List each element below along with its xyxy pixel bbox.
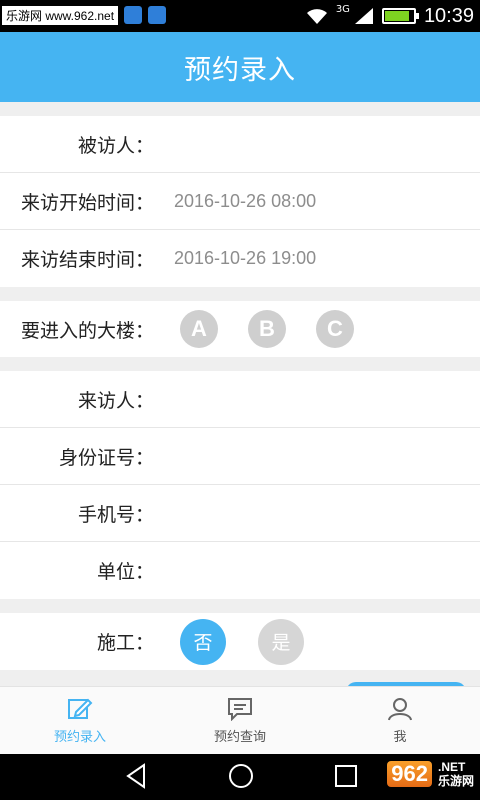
visitee-row[interactable]: 被访人： [0, 116, 480, 173]
recent-apps-icon[interactable] [334, 762, 358, 790]
usb-icon [148, 6, 167, 24]
tab-reservation-entry-label: 预约录入 [53, 729, 106, 745]
end-time-field[interactable]: 2016-10-26 19:00 [174, 248, 316, 269]
bottom-nav: 预约录入 预约查询 我 [0, 686, 480, 754]
status-right: 3G 10:39 [306, 0, 474, 32]
notification-icon [124, 6, 143, 24]
watermark-logo: 962 .NET 乐游网 [387, 760, 474, 788]
tab-reservation-entry[interactable]: 预约录入 [0, 687, 160, 754]
edit-icon [68, 698, 93, 719]
status-bar: 乐游网 www.962.net 3G 10:39 [0, 0, 480, 32]
system-nav: 962 .NET 乐游网 [0, 754, 480, 800]
construction-no-button[interactable]: 否 [180, 618, 226, 665]
watermark-cn: 乐游网 [437, 774, 474, 788]
construction-yes-button[interactable]: 是 [258, 618, 304, 665]
tab-reservation-query-label: 预约查询 [213, 729, 266, 745]
watermark-number: 962 [387, 761, 432, 787]
home-icon[interactable] [228, 762, 254, 790]
id-number-row[interactable]: 身份证号： [0, 428, 480, 485]
construction-options: 否 是 [180, 618, 304, 665]
building-options: A B C [180, 310, 354, 348]
network-type: 3G [335, 3, 350, 15]
id-number-label: 身份证号： [58, 446, 154, 469]
building-label: 要进入的大楼： [20, 319, 154, 342]
user-icon [388, 697, 412, 720]
watermark-text: 乐游网 www.962.net [2, 5, 119, 25]
building-b-button[interactable]: B [248, 310, 286, 348]
start-time-field[interactable]: 2016-10-26 08:00 [174, 191, 316, 212]
wifi-icon [306, 9, 327, 24]
chat-icon [228, 697, 252, 721]
tab-reservation-query[interactable]: 预约查询 [160, 687, 320, 754]
company-row[interactable]: 单位： [0, 542, 480, 599]
signal-icon [354, 8, 373, 24]
construction-label: 施工： [96, 632, 154, 654]
back-icon[interactable] [124, 762, 148, 790]
visitee-label: 被访人： [77, 134, 154, 157]
status-left: 乐游网 www.962.net [2, 2, 167, 28]
tab-me[interactable]: 我 [320, 687, 480, 754]
reservation-form: 被访人： 来访开始时间： 2016-10-26 08:00 来访结束时间： 20… [0, 102, 480, 670]
construction-row: 施工： 否 是 [0, 613, 480, 670]
page-title: 预约录入 [184, 54, 296, 86]
visitor-row[interactable]: 来访人： [0, 371, 480, 428]
phone-label: 手机号： [77, 503, 154, 526]
tab-me-label: 我 [393, 729, 407, 745]
end-time-label: 来访结束时间： [20, 249, 154, 271]
start-time-row[interactable]: 来访开始时间： 2016-10-26 08:00 [0, 173, 480, 230]
battery-icon [381, 8, 419, 24]
building-row: 要进入的大楼： A B C [0, 301, 480, 357]
watermark-suffix: .NET [437, 760, 466, 774]
watermark-suffix-group: .NET 乐游网 [438, 760, 474, 788]
status-time: 10:39 [423, 4, 474, 27]
phone-row[interactable]: 手机号： [0, 485, 480, 542]
app-header: 预约录入 [0, 32, 480, 102]
visitor-label: 来访人： [77, 389, 154, 412]
building-c-button[interactable]: C [316, 310, 354, 348]
end-time-row[interactable]: 来访结束时间： 2016-10-26 19:00 [0, 230, 480, 287]
start-time-label: 来访开始时间： [20, 191, 154, 214]
company-label: 单位： [96, 561, 154, 583]
building-a-button[interactable]: A [180, 310, 218, 348]
